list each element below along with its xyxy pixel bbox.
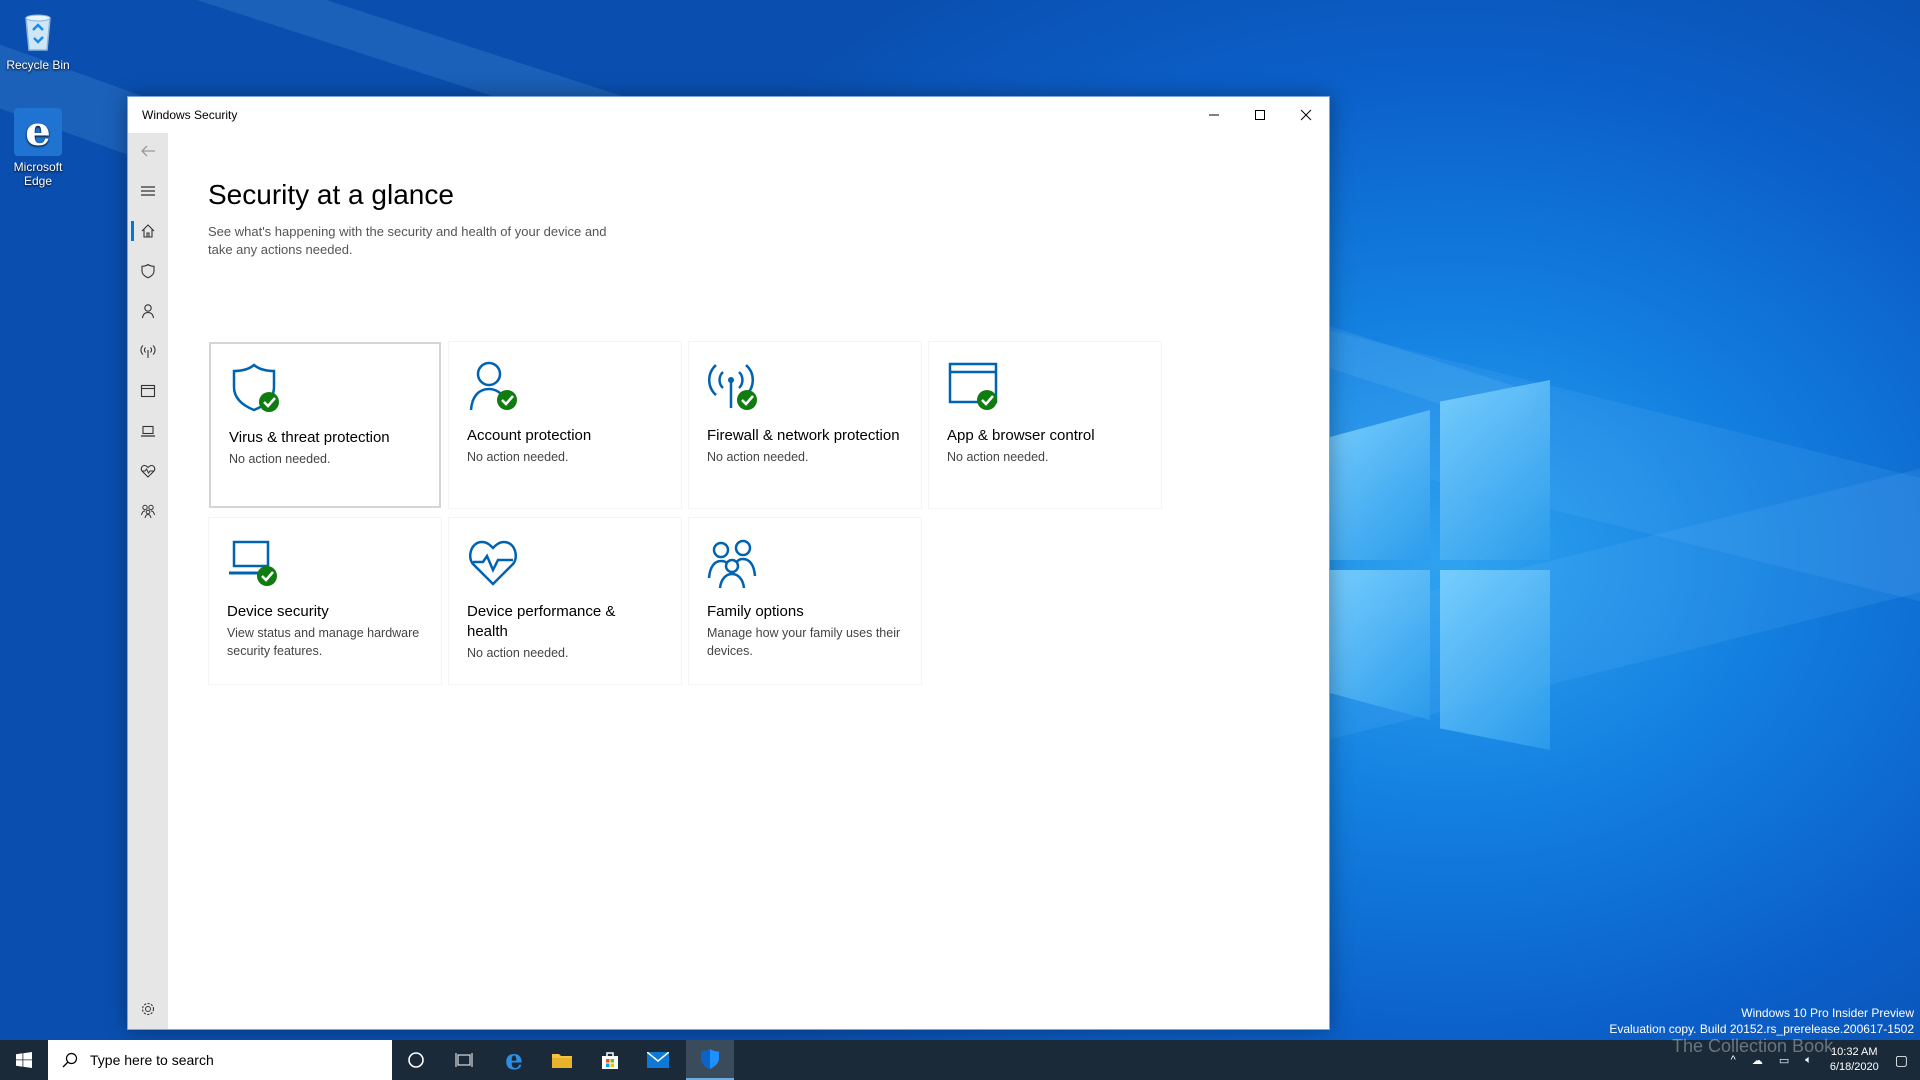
maximize-button[interactable] — [1237, 97, 1283, 133]
close-button[interactable] — [1283, 97, 1329, 133]
nav-item-virus-threat-protection[interactable] — [128, 253, 168, 289]
person-icon — [141, 304, 155, 319]
nav-item-device-security[interactable] — [128, 413, 168, 449]
tile-status: No action needed. — [229, 452, 331, 466]
search-icon — [62, 1052, 78, 1068]
tile-status: No action needed. — [947, 450, 1049, 464]
home-icon — [141, 224, 155, 238]
recycle-bin-icon — [14, 6, 62, 54]
hamburger-menu-icon — [141, 186, 155, 196]
taskbar-store[interactable] — [586, 1040, 634, 1080]
edge-icon: e — [14, 108, 62, 156]
tile-name: Virus & threat protection — [229, 429, 390, 446]
tile-status: No action needed. — [467, 646, 569, 660]
shield-icon — [701, 1049, 719, 1069]
tile-app-browser-control[interactable]: App & browser control No action needed. — [929, 342, 1161, 508]
nav-item-app-browser-control[interactable] — [128, 373, 168, 409]
tile-status: Manage how your family uses their device… — [707, 626, 901, 658]
heart-pulse-icon — [140, 464, 156, 478]
folder-icon — [552, 1054, 572, 1068]
nav-item-firewall-network[interactable] — [128, 333, 168, 369]
desktop-icon-label: Microsoft Edge — [13, 160, 63, 188]
tile-firewall-network-protection[interactable]: Firewall & network protection No action … — [689, 342, 921, 508]
cortana-button[interactable] — [392, 1040, 440, 1080]
taskbar-windows-security[interactable] — [686, 1040, 734, 1080]
laptop-icon — [141, 425, 155, 437]
task-view-button[interactable] — [440, 1040, 488, 1080]
back-arrow-icon — [141, 145, 155, 157]
tile-device-performance-health[interactable]: Device performance & health No action ne… — [449, 518, 681, 684]
window-title: Windows Security — [142, 108, 238, 122]
task-view-icon — [455, 1053, 473, 1067]
page-title: Security at a glance — [208, 179, 454, 210]
tile-status: View status and manage hardware security… — [227, 626, 420, 658]
shield-check-icon — [229, 362, 285, 418]
laptop-check-icon — [227, 536, 283, 592]
tile-family-options[interactable]: Family options Manage how your family us… — [689, 518, 921, 684]
browser-check-icon — [947, 360, 1003, 416]
antenna-check-icon — [707, 360, 763, 416]
navigation-sidebar — [128, 133, 168, 1029]
search-placeholder: Type here to search — [90, 1052, 214, 1068]
edge-icon: e — [505, 1043, 523, 1076]
shield-icon — [141, 263, 155, 279]
family-icon — [707, 536, 763, 592]
page-subtitle: See what's happening with the security a… — [208, 224, 607, 257]
browser-window-icon — [140, 384, 156, 398]
desktop-icon-microsoft-edge[interactable]: e Microsoft Edge — [0, 108, 78, 188]
title-bar[interactable]: Windows Security — [128, 97, 1329, 133]
antenna-icon — [140, 345, 156, 358]
person-check-icon — [467, 360, 523, 416]
clock-time: 10:32 AM — [1831, 1046, 1878, 1058]
store-bag-icon — [602, 1052, 618, 1069]
taskbar-mail[interactable] — [634, 1040, 682, 1080]
main-content: Security at a glance See what's happenin… — [168, 133, 1329, 1029]
windows-security-window: Windows Security Security at a glance Se… — [127, 96, 1330, 1030]
tile-name: Firewall & network protection — [707, 427, 900, 444]
clock-date: 6/18/2020 — [1829, 1061, 1879, 1073]
tile-virus-threat-protection[interactable]: Virus & threat protection No action need… — [209, 342, 441, 508]
windows-logo-wallpaper — [1330, 380, 1550, 750]
start-button[interactable] — [0, 1040, 48, 1080]
tile-name: Device performance & health — [467, 603, 616, 640]
watermark-line-1: Windows 10 Pro Insider Preview — [1741, 1006, 1914, 1020]
settings-button[interactable] — [128, 991, 168, 1027]
watermark-line-2: Evaluation copy. Build 20152.rs_prerelea… — [1609, 1022, 1914, 1036]
tile-status: No action needed. — [467, 450, 569, 464]
mail-icon — [647, 1052, 669, 1068]
tile-account-protection[interactable]: Account protection No action needed. — [449, 342, 681, 508]
tile-device-security[interactable]: Device security View status and manage h… — [209, 518, 441, 684]
desktop-icon-label: Recycle Bin — [6, 58, 70, 72]
action-center-icon[interactable]: ▢ — [1895, 1052, 1908, 1069]
taskbar-file-explorer[interactable] — [538, 1040, 586, 1080]
tile-name: Family options — [707, 603, 804, 620]
family-icon — [141, 504, 155, 519]
nav-item-device-performance[interactable] — [128, 453, 168, 489]
build-watermark: Windows 10 Pro Insider Preview Evaluatio… — [1609, 1005, 1914, 1037]
nav-item-account-protection[interactable] — [128, 293, 168, 329]
gear-icon — [141, 1002, 155, 1016]
heart-pulse-icon — [467, 536, 523, 592]
overlay-watermark-text: The Collection Book — [1672, 1036, 1834, 1056]
tile-status: No action needed. — [707, 450, 809, 464]
menu-button[interactable] — [128, 173, 168, 209]
tile-name: Account protection — [467, 427, 592, 444]
tile-name: App & browser control — [947, 427, 1095, 444]
cortana-circle-icon — [408, 1052, 424, 1068]
minimize-button[interactable] — [1191, 97, 1237, 133]
back-button[interactable] — [128, 133, 168, 169]
nav-item-family-options[interactable] — [128, 493, 168, 529]
desktop-icon-recycle-bin[interactable]: Recycle Bin — [0, 6, 78, 72]
taskbar-clock[interactable]: 10:32 AM 6/18/2020 — [1830, 1045, 1879, 1075]
windows-start-icon — [16, 1052, 32, 1068]
tile-name: Device security — [227, 603, 329, 620]
taskbar: Type here to search e ^ ☁ ▭ 🔈︎ 10:32 AM … — [0, 1040, 1920, 1080]
nav-item-home[interactable] — [128, 213, 168, 249]
taskbar-edge[interactable]: e — [490, 1040, 538, 1080]
taskbar-search-box[interactable]: Type here to search — [48, 1040, 392, 1080]
